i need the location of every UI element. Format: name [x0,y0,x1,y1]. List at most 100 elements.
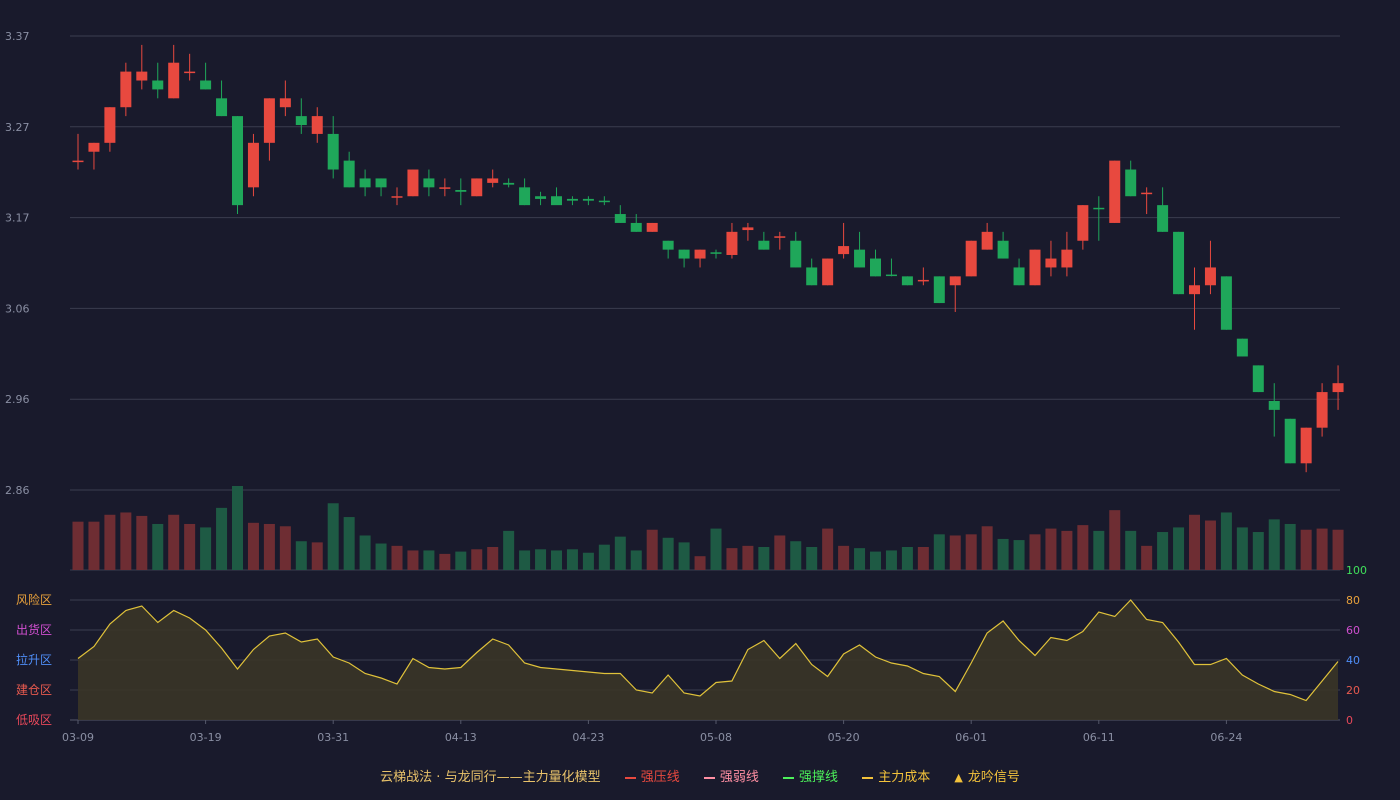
legend-label: 主力成本 [878,770,931,785]
candle-body [981,231,993,250]
candle-body [1252,365,1264,393]
volume-bar [152,523,164,570]
candle-body [136,71,148,81]
candle-body [646,222,658,232]
volume-bar [407,550,419,570]
volume-bar [965,534,977,570]
legend-item-main-cost[interactable]: 主力成本 [862,766,930,785]
volume-bar [614,536,626,570]
candle-body [694,249,706,259]
date-tick-label: 05-08 [700,731,732,744]
candlestick-series [72,44,1344,473]
candle-body [1013,267,1025,286]
candle-body [439,187,451,189]
oscillator-tick-label: 0 [1346,714,1353,727]
volume-bar [822,528,834,570]
volume-bar [184,523,196,570]
volume-bar [1109,510,1121,570]
candle-body [614,214,626,223]
volume-bar [359,535,371,570]
volume-bar [1189,514,1200,570]
volume-bar [981,526,993,570]
volume-bar [901,546,913,570]
candle-body [263,98,275,143]
candle-body [965,240,977,277]
volume-bar [1284,523,1296,570]
date-tick-label: 04-13 [445,731,477,744]
red-line-icon [624,776,636,779]
candle-body [519,187,531,206]
volume-bar [758,546,770,570]
candle-body [1300,427,1312,464]
volume-bar [375,543,387,570]
candle-body [774,236,786,238]
zone-label: 建仓区 [16,683,52,697]
volume-bar [487,546,499,570]
candle-body [598,200,610,203]
volume-bar [519,550,531,570]
volume-bar [885,550,897,570]
candle-body [710,252,722,254]
legend-item-strong-support[interactable]: 强撑线 [783,766,838,785]
candle-body [1157,205,1169,232]
volume-bar [662,537,674,570]
candle-body [455,190,467,192]
volume-bar [1077,525,1089,570]
candle-body [1045,258,1057,268]
oscillator-tick-label: 80 [1346,594,1360,607]
volume-bar [1141,545,1153,570]
date-tick-label: 03-09 [62,731,94,744]
candle-body [870,258,881,277]
candle-body [407,169,419,197]
legend-item-strength-line[interactable]: 强弱线 [703,766,759,785]
candle-body [566,198,578,201]
candle-body [247,142,259,188]
candle-body [1204,267,1216,286]
date-tick-label: 05-20 [828,731,860,744]
volume-bar [263,523,275,570]
oscillator-tick-label: 20 [1346,684,1360,697]
chart-legend: 云梯战法 · 与龙同行——主力量化模型 强压线 强弱线 强撑线 主力成本 ▲ 龙吟… [0,766,1400,786]
volume-bar [1093,530,1105,570]
candle-body [662,240,674,250]
candle-body [1141,192,1153,195]
zone-label: 拉升区 [16,652,52,667]
candle-body [742,227,754,231]
candle-body [72,160,84,163]
volume-bar [854,548,866,570]
candle-body [471,178,483,197]
date-tick-label: 04-23 [572,731,604,744]
price-tick-label: 3.06 [5,302,30,315]
candle-body [1284,418,1296,464]
candle-body [375,178,387,188]
volume-bar [1013,540,1025,570]
oscillator-axis: 100 80 60 40 20 0 [1346,564,1367,727]
volume-bar [1125,530,1137,570]
volume-bar [200,527,212,570]
volume-bar [455,551,467,570]
candle-body [311,116,323,134]
date-tick-label: 06-01 [955,731,987,744]
candle-body [327,133,339,170]
volume-bar [694,556,706,570]
legend-label: 龙吟信号 [967,770,1020,785]
price-tick-label: 3.27 [5,121,30,134]
date-tick-label: 06-11 [1083,731,1115,744]
candle-body [806,267,818,286]
volume-bar [72,521,84,570]
legend-item-strong-pressure[interactable]: 强压线 [624,766,680,785]
candle-body [582,198,594,201]
volume-bar [1173,527,1185,570]
candle-body [1220,276,1232,330]
legend-item-dragon-signal[interactable]: ▲ 龙吟信号 [954,766,1019,785]
volume-bar [806,546,818,570]
candle-body [901,276,913,286]
candle-body [343,160,355,188]
oscillator-tick-label: 40 [1346,654,1360,667]
volume-bar [774,535,786,570]
volume-bar [838,545,850,570]
candle-body [949,276,961,286]
grid-lines [70,35,1340,721]
volume-bar [949,535,961,570]
candle-body [535,196,547,199]
